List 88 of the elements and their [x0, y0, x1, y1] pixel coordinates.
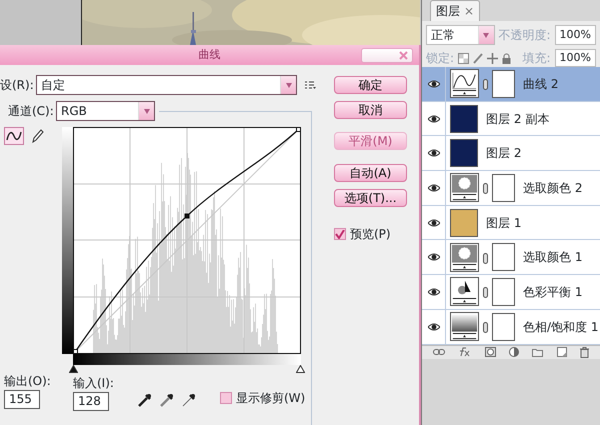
eye-icon[interactable]: [428, 218, 440, 227]
caret-icon: [483, 32, 489, 38]
dialog-button[interactable]: 自动(A): [334, 164, 407, 182]
layers-tab[interactable]: 图层 ×: [430, 0, 480, 21]
folder-icon[interactable]: [532, 348, 544, 356]
slider-handle[interactable]: [296, 365, 305, 373]
chain-icon: [483, 79, 488, 90]
adjustment-icon[interactable]: [508, 347, 519, 357]
layer-row[interactable]: 色相/饱和度 1: [422, 310, 600, 344]
link-icon[interactable]: [432, 349, 445, 355]
eye-icon[interactable]: [428, 288, 440, 296]
adjustment-thumbnail: [450, 277, 479, 306]
preset-select[interactable]: 自定: [36, 75, 297, 95]
output-field[interactable]: 155: [4, 390, 40, 409]
curve-tool[interactable]: [4, 127, 24, 145]
chain-icon: [483, 322, 488, 333]
fill-label: 填充:: [522, 50, 551, 67]
dialog-title: 曲线: [198, 46, 220, 63]
layer-row[interactable]: 色彩平衡 1: [422, 275, 600, 310]
blend-mode-select[interactable]: 正常: [426, 25, 494, 45]
effects-icon[interactable]: [458, 347, 472, 357]
eyedropper-icon[interactable]: [182, 393, 196, 407]
checkbox[interactable]: [334, 228, 346, 240]
layer-row[interactable]: 图层 1: [422, 206, 600, 240]
eye-icon[interactable]: [428, 149, 440, 158]
new-layer-icon[interactable]: [556, 347, 567, 357]
fill-field[interactable]: 100%: [554, 49, 596, 67]
brush-icon[interactable]: [472, 52, 484, 64]
adjustment-thumbnail: [450, 69, 479, 98]
preview-label: 预览(P): [350, 226, 391, 243]
layer-name: 色相/饱和度 1: [523, 318, 598, 336]
eye-icon[interactable]: [428, 114, 440, 123]
caret-icon: [144, 108, 150, 114]
dialog-button[interactable]: 取消: [334, 101, 407, 119]
input-field[interactable]: 128: [73, 392, 109, 411]
adjustment-thumbnail: [450, 312, 479, 342]
eye-icon[interactable]: [428, 184, 440, 192]
layer-name: 选取颜色 2: [523, 180, 582, 197]
adjustment-thumbnail: [450, 173, 479, 202]
layer-mask-thumbnail: [492, 312, 515, 341]
eyedropper-icon[interactable]: [160, 393, 174, 407]
caret-icon: [286, 82, 292, 88]
opacity-label: 不透明度:: [498, 27, 551, 44]
control-point[interactable]: [296, 127, 301, 132]
channel-label: 通道(C):: [7, 103, 55, 120]
dialog-button[interactable]: 选项(T)...: [334, 189, 407, 207]
channel-select[interactable]: RGB: [56, 101, 155, 121]
show-clipping-label: 显示修剪(W): [236, 390, 306, 407]
menu-icon[interactable]: [305, 80, 316, 90]
trash-icon[interactable]: [580, 346, 590, 358]
checkbox[interactable]: [220, 392, 232, 404]
layer-mask-thumbnail: [492, 278, 515, 306]
control-point[interactable]: [73, 349, 78, 354]
mask-icon[interactable]: [484, 347, 496, 357]
check-icon: [335, 230, 345, 238]
layer-name: 选取颜色 1: [523, 249, 582, 266]
move-icon[interactable]: [487, 52, 498, 64]
dialog-button[interactable]: 确定: [334, 76, 407, 94]
lock-label: 锁定:: [426, 50, 454, 67]
layer-mask-thumbnail: [492, 70, 515, 98]
slider-handle[interactable]: [69, 365, 78, 373]
layer-row[interactable]: 选取颜色 2: [422, 171, 600, 206]
chain-icon: [483, 252, 488, 264]
layer-row[interactable]: 选取颜色 1: [422, 240, 600, 276]
layer-name: 曲线 2: [523, 76, 558, 93]
layer-row[interactable]: 曲线 2: [422, 67, 600, 102]
layer-name: 图层 2: [486, 145, 522, 162]
eye-icon[interactable]: [428, 322, 440, 331]
input-label: 输入(I):: [73, 375, 114, 392]
chain-icon: [483, 183, 488, 194]
layer-name: 图层 1: [486, 214, 522, 232]
close-icon: [399, 51, 408, 60]
layer-mask-thumbnail: [492, 174, 515, 202]
lock-icon[interactable]: [502, 52, 510, 64]
lock-transparency-icon[interactable]: [458, 52, 469, 64]
chain-icon: [483, 287, 488, 298]
eye-icon[interactable]: [428, 80, 440, 88]
layer-row[interactable]: 图层 2 副本: [422, 102, 600, 136]
layer-name: 色彩平衡 1: [523, 284, 582, 301]
preset-label: 设(R):: [0, 77, 35, 94]
eyedropper-icon[interactable]: [138, 393, 152, 407]
layer-row[interactable]: 图层 2: [422, 136, 600, 172]
output-label: 输出(O):: [4, 373, 51, 390]
adjustment-thumbnail: [450, 242, 479, 272]
eye-icon[interactable]: [428, 253, 440, 262]
layer-name: 图层 2 副本: [486, 110, 550, 128]
layer-mask-thumbnail: [492, 243, 515, 272]
opacity-field[interactable]: 100%: [554, 25, 596, 45]
